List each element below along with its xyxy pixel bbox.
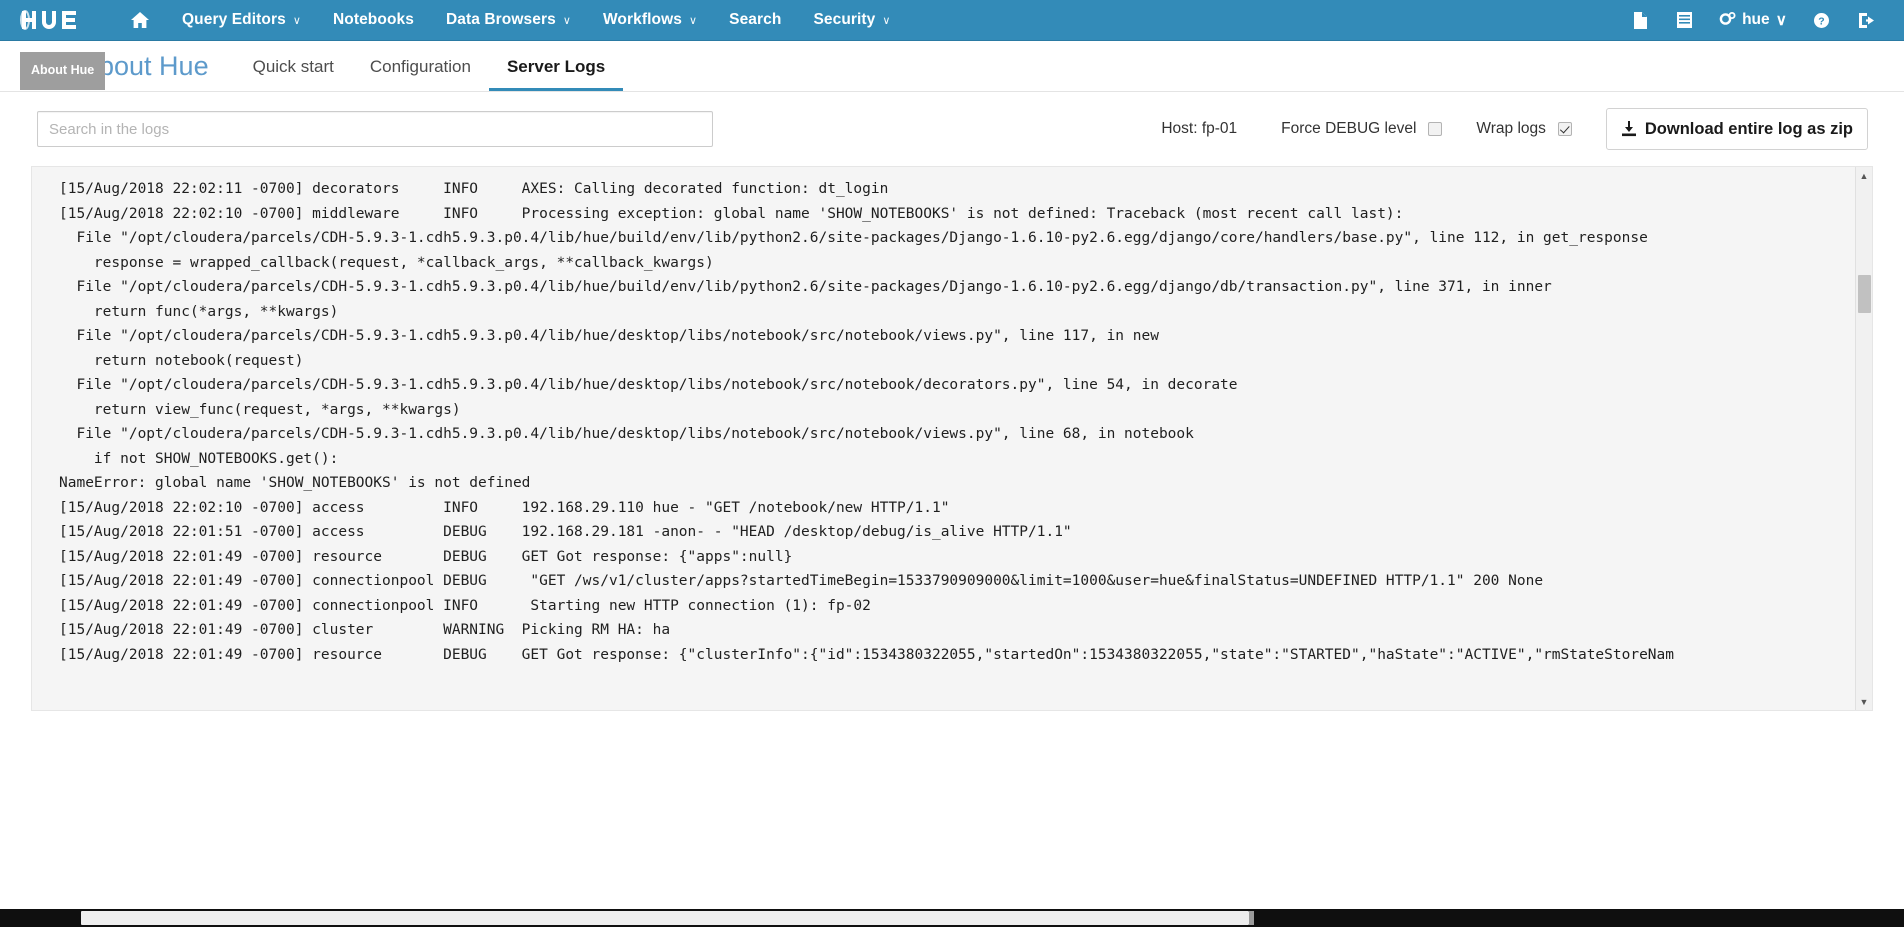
force-debug-checkbox[interactable] [1428, 122, 1443, 136]
document-icon [1634, 11, 1648, 29]
help-circle-icon: ? [1814, 12, 1829, 28]
log-line: return func(*args, **kwargs) [59, 303, 339, 320]
tab-quick-start[interactable]: Quick start [235, 57, 352, 91]
host-label: Host: fp-01 [1161, 120, 1238, 137]
log-line: [15/Aug/2018 22:01:49 -0700] connectionp… [59, 573, 1544, 589]
log-line: [15/Aug/2018 22:01:49 -0700] resource DE… [59, 548, 793, 565]
nav-label: Workflows [602, 11, 682, 28]
page-subheader: About Hue About Hue Quick start Configur… [0, 41, 1904, 92]
page-horizontal-scrollbar[interactable] [0, 909, 1904, 927]
nav-label: Search [729, 11, 782, 28]
home-icon [131, 12, 149, 28]
nav-label: Security [813, 11, 876, 28]
log-line: File "/opt/cloudera/parcels/CDH-5.9.3-1.… [59, 279, 1552, 295]
hue-logo[interactable] [18, 5, 92, 35]
navbar-right-group: hue ∨ ? [1619, 0, 1890, 41]
log-line: NameError: global name 'SHOW_NOTEBOOKS' … [59, 475, 531, 491]
nav-label: Data Browsers [445, 11, 556, 28]
log-scrollbar-thumb[interactable] [1858, 275, 1871, 313]
log-line: [15/Aug/2018 22:01:49 -0700] resource DE… [59, 646, 1675, 663]
log-line: File "/opt/cloudera/parcels/CDH-5.9.3-1.… [59, 426, 1194, 442]
tab-label: Quick start [252, 57, 334, 76]
download-icon [1621, 121, 1636, 137]
svg-text:?: ? [1818, 15, 1824, 27]
tab-label: Configuration [369, 57, 471, 76]
download-label: Download entire log as zip [1644, 119, 1853, 138]
gear-icon [1719, 12, 1736, 25]
wrap-logs-checkbox[interactable] [1557, 122, 1572, 136]
log-line: [15/Aug/2018 22:01:49 -0700] connectionp… [59, 597, 871, 614]
chevron-down-icon: ∨ [1775, 11, 1787, 29]
nav-label: Notebooks [332, 11, 414, 28]
nav-item-workflows[interactable]: Workflows ∨ [587, 0, 713, 41]
logs-toolbar: Host: fp-01 Force DEBUG level Wrap logs … [0, 92, 1904, 166]
nav-label: Query Editors [182, 11, 286, 28]
download-log-button[interactable]: Download entire log as zip [1605, 108, 1868, 150]
server-log-panel: [15/Aug/2018 22:02:11 -0700] decorators … [31, 166, 1873, 711]
nav-home-button[interactable] [114, 0, 166, 41]
log-line: File "/opt/cloudera/parcels/CDH-5.9.3-1.… [59, 328, 1159, 344]
tab-server-logs[interactable]: Server Logs [488, 57, 624, 91]
chevron-down-icon: ∨ [292, 14, 301, 27]
page-tabs: Quick start Configuration Server Logs [235, 57, 624, 91]
chevron-down-icon: ∨ [882, 14, 891, 27]
documents-button[interactable] [1619, 0, 1662, 41]
main-navbar: Query Editors ∨ Notebooks Data Browsers … [0, 0, 1904, 41]
jobs-button[interactable] [1662, 0, 1707, 41]
log-line: return notebook(request) [59, 352, 304, 369]
log-line: [15/Aug/2018 22:02:10 -0700] access INFO… [59, 499, 950, 516]
log-content[interactable]: [15/Aug/2018 22:02:11 -0700] decorators … [32, 167, 1872, 710]
page-scrollbar-thumb[interactable] [81, 911, 1254, 925]
nav-item-notebooks[interactable]: Notebooks [317, 0, 430, 41]
log-line: [15/Aug/2018 22:02:11 -0700] decorators … [59, 181, 889, 197]
scroll-up-arrow-icon[interactable]: ▲ [1856, 167, 1872, 184]
list-icon [1677, 12, 1693, 28]
chevron-down-icon: ∨ [562, 14, 571, 27]
logout-icon [1859, 12, 1874, 28]
wrap-logs-label: Wrap logs [1476, 120, 1546, 137]
log-line: if not SHOW_NOTEBOOKS.get(): [59, 450, 339, 467]
user-menu[interactable]: hue ∨ [1707, 0, 1799, 41]
help-button[interactable]: ? [1799, 0, 1844, 41]
nav-item-search[interactable]: Search [713, 0, 797, 41]
log-line: [15/Aug/2018 22:01:49 -0700] cluster WAR… [59, 622, 671, 638]
user-name: hue [1742, 11, 1770, 28]
nav-item-data-browsers[interactable]: Data Browsers ∨ [430, 0, 587, 41]
toolbar-right-group: Host: fp-01 Force DEBUG level Wrap logs … [1161, 108, 1868, 150]
log-line: return view_func(request, *args, **kwarg… [59, 401, 461, 418]
log-line: [15/Aug/2018 22:02:10 -0700] middleware … [59, 205, 1404, 222]
log-line: File "/opt/cloudera/parcels/CDH-5.9.3-1.… [59, 377, 1238, 393]
scroll-down-arrow-icon[interactable]: ▼ [1856, 693, 1872, 710]
log-line: File "/opt/cloudera/parcels/CDH-5.9.3-1.… [59, 230, 1648, 246]
logout-button[interactable] [1844, 0, 1890, 41]
log-line: response = wrapped_callback(request, *ca… [59, 254, 714, 271]
search-input[interactable] [37, 111, 713, 147]
nav-item-security[interactable]: Security ∨ [797, 0, 906, 41]
tab-label: Server Logs [506, 57, 606, 76]
log-line: [15/Aug/2018 22:01:51 -0700] access DEBU… [59, 524, 1072, 540]
tab-configuration[interactable]: Configuration [352, 57, 489, 91]
chevron-down-icon: ∨ [688, 14, 698, 27]
log-vertical-scrollbar[interactable]: ▲ ▼ [1855, 167, 1872, 710]
nav-item-query-editors[interactable]: Query Editors ∨ [166, 0, 317, 41]
about-hue-tooltip: About Hue [20, 52, 106, 90]
force-debug-label: Force DEBUG level [1281, 120, 1417, 137]
